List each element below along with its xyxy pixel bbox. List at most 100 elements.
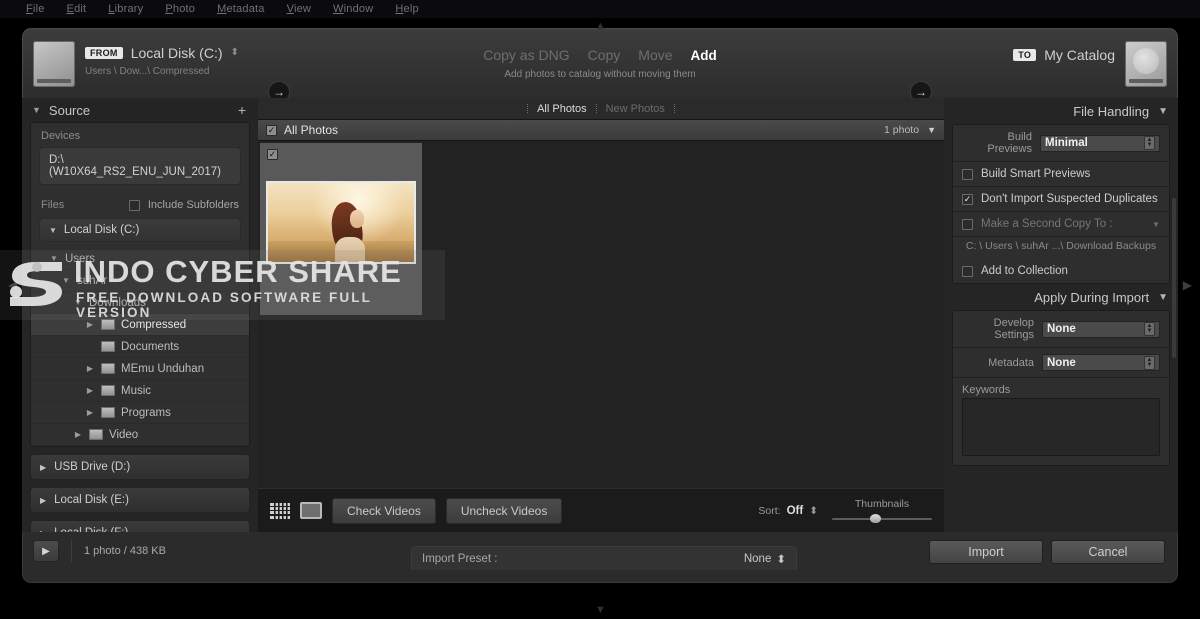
metadata-row[interactable]: Metadata None ▲ ▼ <box>953 348 1169 378</box>
left-panel-toggle-icon[interactable]: ◀ <box>8 278 17 292</box>
tree-item-music[interactable]: ▶ Music <box>31 380 249 402</box>
menu-item-edit[interactable]: Edit <box>67 3 87 15</box>
menu-item-view[interactable]: View <box>287 3 311 15</box>
add-to-collection-row[interactable]: Add to Collection <box>953 259 1169 283</box>
tree-item-users[interactable]: ▼ Users <box>31 248 249 270</box>
tree-item-downloads[interactable]: ▼ Downloads <box>31 292 249 314</box>
chevron-right-icon[interactable]: ▶ <box>85 408 95 417</box>
drive-row-usb-drive-d-[interactable]: ▶ USB Drive (D:) <box>30 454 250 480</box>
dont-import-duplicates-checkbox[interactable]: ✓ <box>962 193 973 205</box>
menu-item-window[interactable]: Window <box>333 3 373 15</box>
import-mode-add[interactable]: Add <box>691 48 717 63</box>
uncheck-videos-button[interactable]: Uncheck Videos <box>445 497 563 524</box>
menu-item-library[interactable]: Library <box>108 3 143 15</box>
build-previews-select[interactable]: Minimal ▲ ▼ <box>1040 134 1160 152</box>
lightroom-import-dialog-screen: File Edit Library Photo Metadata View Window He… <box>0 0 1200 619</box>
import-mode-move[interactable]: Move <box>638 47 672 63</box>
chevron-down-icon[interactable]: ▼ <box>1158 292 1168 303</box>
file-handling-header[interactable]: File Handling ▼ <box>944 98 1178 124</box>
cancel-button[interactable]: Cancel <box>1051 540 1165 564</box>
check-videos-button[interactable]: Check Videos <box>332 497 436 524</box>
menu-item-file[interactable]: File <box>26 3 45 15</box>
import-mode-copy[interactable]: Copy <box>588 47 621 63</box>
chevron-right-icon[interactable]: ▶ <box>85 320 95 329</box>
top-panel-toggle-icon[interactable]: ▲ <box>595 20 606 32</box>
import-button[interactable]: Import <box>929 540 1043 564</box>
filter-tab-all-photos[interactable]: All Photos <box>537 103 587 115</box>
photo-cell[interactable]: ✓ <box>260 143 422 315</box>
device-item[interactable]: D:\(W10X64_RS2_ENU_JUN_2017) <box>39 147 241 185</box>
keywords-input[interactable] <box>962 398 1160 456</box>
include-subfolders-label[interactable]: Include Subfolders <box>148 199 239 211</box>
dont-import-duplicates-row[interactable]: ✓ Don't Import Suspected Duplicates <box>953 187 1169 212</box>
stepper-icon[interactable]: ▲ ▼ <box>1144 322 1155 336</box>
build-smart-previews-row[interactable]: Build Smart Previews <box>953 162 1169 187</box>
thumbnail-size-slider[interactable] <box>832 513 932 524</box>
add-source-icon[interactable]: + <box>238 102 246 118</box>
tree-item-memu-unduhan[interactable]: ▶ MEmu Unduhan <box>31 358 249 380</box>
import-preset-stepper-icon[interactable]: ⬍ <box>776 552 786 566</box>
grid-header: ✓ All Photos 1 photo ▼ <box>258 120 944 141</box>
chevron-right-icon[interactable]: ▶ <box>40 463 46 472</box>
chevron-down-icon[interactable]: ▼ <box>73 298 83 307</box>
catalog-name[interactable]: My Catalog <box>1044 47 1115 63</box>
dont-import-duplicates-label: Don't Import Suspected Duplicates <box>981 193 1158 205</box>
folder-icon <box>101 407 115 418</box>
tree-item-suhar[interactable]: ▼ suhAr <box>31 270 249 292</box>
chevron-down-icon[interactable]: ▼ <box>927 125 936 135</box>
photo-thumbnail[interactable] <box>266 181 416 264</box>
include-subfolders-checkbox[interactable] <box>128 199 140 211</box>
chevron-down-icon[interactable]: ▼ <box>61 276 71 285</box>
chevron-right-icon[interactable]: ▶ <box>40 496 46 505</box>
tree-item-compressed[interactable]: ▶ Compressed <box>31 314 249 336</box>
photo-include-checkbox[interactable]: ✓ <box>267 149 278 160</box>
loupe-view-icon[interactable] <box>300 502 322 519</box>
develop-settings-select[interactable]: None ▲ ▼ <box>1042 320 1160 338</box>
options-scrollbar[interactable] <box>1172 198 1176 358</box>
import-options-panel: File Handling ▼ Build Previews Minimal ▲… <box>944 98 1178 532</box>
sort-control[interactable]: Sort: Off ⬍ <box>758 505 818 517</box>
apply-during-import-header[interactable]: Apply During Import ▼ <box>944 284 1178 310</box>
menu-item-metadata[interactable]: Metadata <box>217 3 264 15</box>
second-copy-checkbox[interactable] <box>962 218 973 230</box>
tree-item-documents[interactable]: Documents <box>31 336 249 358</box>
import-destination-block[interactable]: TO My Catalog <box>1013 41 1167 87</box>
stepper-icon[interactable]: ▲ ▼ <box>1144 355 1155 370</box>
thumbnail-size-control[interactable]: Thumbnails <box>832 498 932 524</box>
chevron-down-icon[interactable]: ▼ <box>49 254 59 263</box>
stepper-icon[interactable]: ▲ ▼ <box>1144 136 1155 150</box>
sort-stepper-icon[interactable]: ⬍ <box>809 505 818 517</box>
select-all-checkbox[interactable]: ✓ <box>266 124 277 136</box>
tree-item-programs[interactable]: ▶ Programs <box>31 402 249 424</box>
drive-row-local-disk-e-[interactable]: ▶ Local Disk (E:) <box>30 487 250 513</box>
chevron-down-icon[interactable]: ▼ <box>1158 106 1168 117</box>
second-copy-row[interactable]: Make a Second Copy To : ▼ <box>953 212 1169 237</box>
grid-view-icon[interactable] <box>270 502 290 519</box>
right-panel-toggle-icon[interactable]: ▶ <box>1183 278 1192 292</box>
build-smart-previews-checkbox[interactable] <box>962 168 973 180</box>
filter-tab-new-photos[interactable]: New Photos <box>606 103 665 115</box>
bottom-panel-toggle-icon[interactable]: ▼ <box>595 604 606 616</box>
tree-item-video[interactable]: ▶ Video <box>31 424 249 446</box>
import-mode-copy-as-dng[interactable]: Copy as DNG <box>483 47 569 63</box>
add-to-collection-checkbox[interactable] <box>962 265 973 277</box>
build-previews-row[interactable]: Build Previews Minimal ▲ ▼ <box>953 125 1169 162</box>
metadata-select[interactable]: None ▲ ▼ <box>1042 354 1160 371</box>
chevron-down-icon[interactable]: ▼ <box>32 105 41 115</box>
develop-settings-row[interactable]: Develop Settings None ▲ ▼ <box>953 311 1169 348</box>
chevron-right-icon[interactable]: ▶ <box>85 364 95 373</box>
slider-knob[interactable] <box>870 513 881 523</box>
chevron-right-icon[interactable]: ▶ <box>85 386 95 395</box>
menu-item-help[interactable]: Help <box>395 3 418 15</box>
chevron-down-icon[interactable]: ▼ <box>49 226 57 235</box>
chevron-down-icon[interactable]: ▼ <box>1152 220 1160 229</box>
menu-item-photo[interactable]: Photo <box>165 3 195 15</box>
import-preset-value-group[interactable]: None ⬍ <box>744 552 786 566</box>
source-panel-header[interactable]: ▼ Source + <box>22 98 258 122</box>
footer-status-group: ▶ 1 photo / 438 KB <box>23 532 166 570</box>
sort-value[interactable]: Off <box>787 505 804 517</box>
import-preset-bar[interactable]: Import Preset : None ⬍ <box>411 546 797 570</box>
chevron-right-icon[interactable]: ▶ <box>73 430 83 439</box>
slideshow-play-button[interactable]: ▶ <box>33 540 59 562</box>
root-disk-row[interactable]: ▼ Local Disk (C:) <box>39 218 241 242</box>
